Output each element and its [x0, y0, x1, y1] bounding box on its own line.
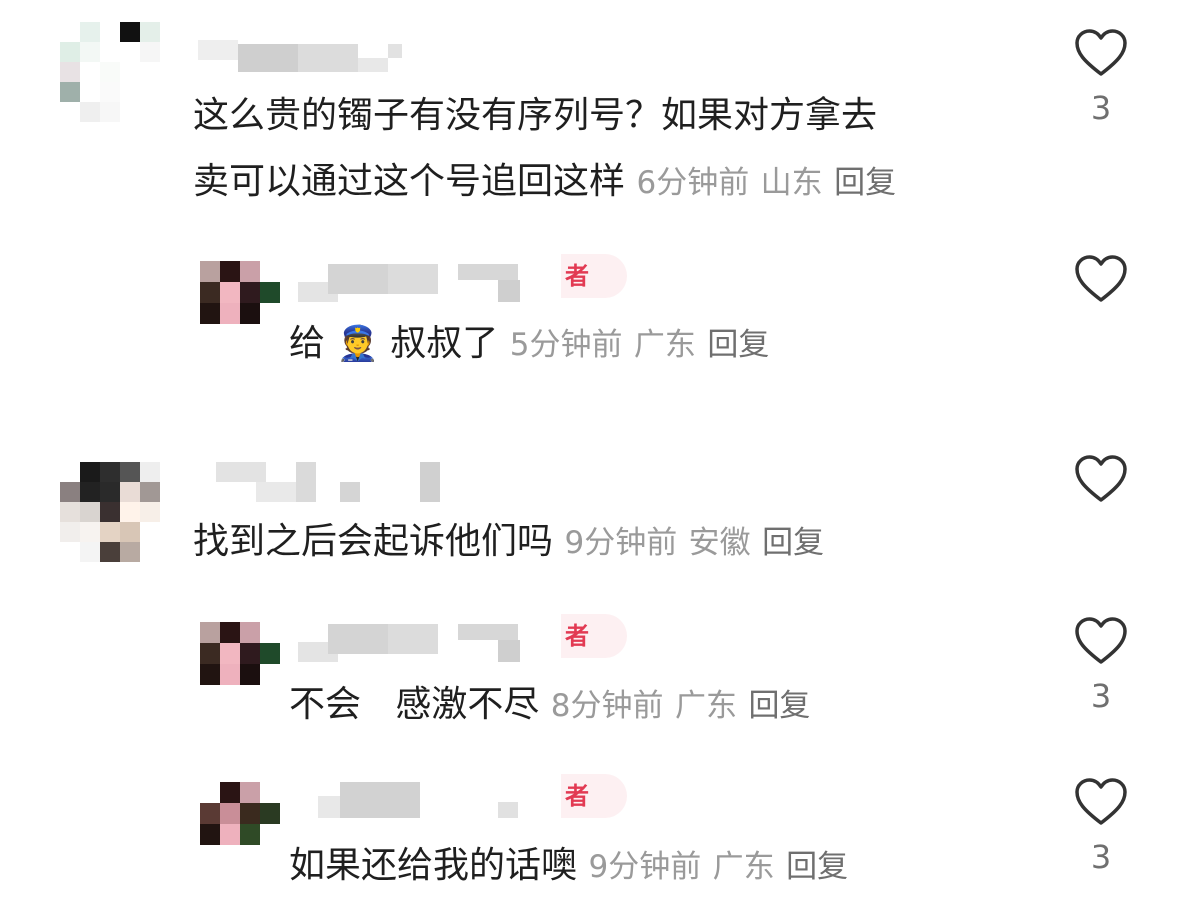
comment-location: 广东: [674, 688, 737, 724]
like-count: 3: [1090, 838, 1112, 876]
comment-location: 广东: [633, 327, 696, 363]
username-mosaic[interactable]: [198, 40, 408, 76]
avatar[interactable]: [60, 22, 160, 122]
comment-time: 8分钟前: [550, 688, 664, 724]
comment-text: 给 👮 叔叔了 5分钟前 广东 回复: [289, 323, 770, 365]
comment-time: 9分钟前: [588, 849, 702, 885]
comment-time: 6分钟前: [636, 165, 750, 201]
avatar[interactable]: [60, 462, 160, 562]
comment-text: 如果还给我的话噢 9分钟前 广东 回复: [289, 845, 849, 886]
like-button[interactable]: [1074, 254, 1128, 304]
username-mosaic[interactable]: [298, 262, 528, 302]
username-mosaic[interactable]: [298, 622, 528, 662]
reply-button[interactable]: 回复: [707, 327, 769, 363]
police-emoji-icon: 👮: [336, 324, 379, 364]
heart-outline-icon: [1075, 617, 1127, 664]
username-mosaic[interactable]: [216, 462, 446, 502]
comment-location: 广东: [712, 849, 775, 885]
avatar[interactable]: [200, 622, 280, 686]
author-badge: 者: [539, 614, 627, 658]
reply-button[interactable]: 回复: [748, 688, 810, 724]
comment-location: 山东: [760, 165, 823, 201]
comment-text: 不会 感激不尽 8分钟前 广东 回复: [289, 684, 811, 725]
like-button[interactable]: 3: [1074, 777, 1128, 875]
comment-text: 找到之后会起诉他们吗 9分钟前 安徽 回复: [193, 521, 825, 562]
username-mosaic[interactable]: [318, 782, 528, 818]
like-button[interactable]: [1074, 454, 1128, 504]
comment-time: 9分钟前: [564, 525, 678, 561]
like-button[interactable]: 3: [1074, 28, 1128, 126]
heart-outline-icon: [1075, 778, 1127, 825]
comment-text: 这么贵的镯子有没有序列号？如果对方拿去: [193, 95, 878, 136]
like-count: 3: [1090, 89, 1112, 127]
like-button[interactable]: 3: [1074, 616, 1128, 714]
heart-outline-icon: [1075, 255, 1127, 302]
reply-button[interactable]: 回复: [762, 525, 824, 561]
avatar[interactable]: [200, 782, 280, 846]
comment-text: 卖可以通过这个号追回这样 6分钟前 山东 回复: [193, 161, 897, 202]
heart-outline-icon: [1075, 455, 1127, 502]
comment-location: 安徽: [688, 525, 751, 561]
author-badge: 者: [539, 774, 627, 818]
reply-button[interactable]: 回复: [786, 849, 848, 885]
author-badge: 者: [539, 254, 627, 298]
heart-outline-icon: [1075, 29, 1127, 76]
avatar[interactable]: [200, 261, 280, 325]
reply-button[interactable]: 回复: [834, 165, 896, 201]
comment-time: 5分钟前: [509, 327, 623, 363]
like-count: 3: [1090, 677, 1112, 715]
